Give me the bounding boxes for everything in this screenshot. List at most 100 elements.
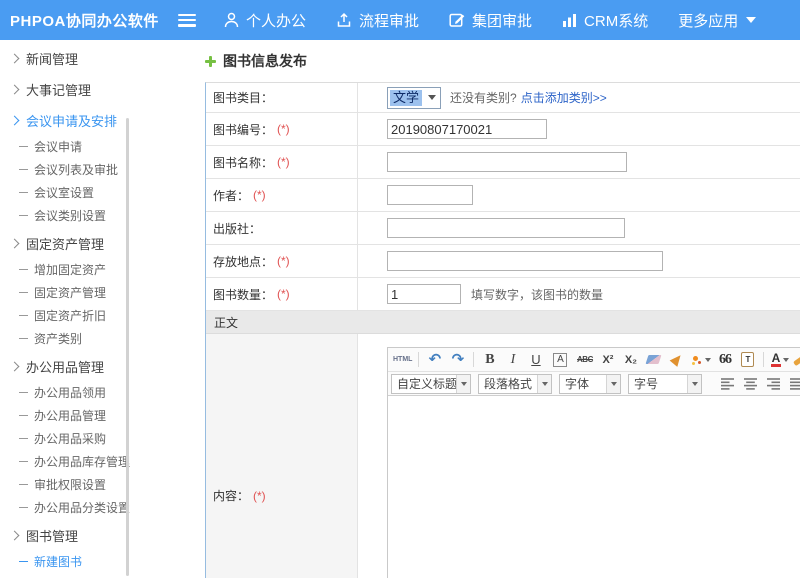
bold-button[interactable]: B — [479, 349, 500, 370]
book-no-input[interactable] — [387, 119, 547, 139]
add-category-link[interactable]: 点击添加类别>> — [521, 89, 607, 106]
book-name-input[interactable] — [387, 152, 627, 172]
field-label: 出版社： — [213, 220, 261, 237]
clipboard-icon: T — [741, 352, 754, 367]
sidebar-item-supplies-category[interactable]: 办公用品分类设置 — [0, 496, 133, 519]
sidebar-item-label: 固定资产折旧 — [34, 307, 106, 324]
subscript-button[interactable]: X₂ — [620, 349, 641, 370]
underline-button[interactable]: U — [525, 349, 546, 370]
chevron-right-icon — [10, 362, 20, 372]
required-marker: (*) — [253, 188, 266, 202]
dash-icon — [19, 561, 28, 562]
dash-icon — [19, 438, 28, 439]
eraser-icon — [646, 355, 662, 364]
edit-square-icon — [449, 12, 472, 28]
quantity-hint: 填写数字，该图书的数量 — [471, 286, 603, 303]
sidebar-item-label: 会议列表及审批 — [34, 161, 118, 178]
menu-item-personal-office[interactable]: 个人办公 — [224, 10, 306, 31]
sidebar-group-books[interactable]: 图书管理 — [0, 521, 133, 550]
field-label: 存放地点： — [213, 253, 273, 270]
menu-item-crm[interactable]: CRM系统 — [562, 10, 648, 31]
sidebar-item-asset-category[interactable]: 资产类别 — [0, 327, 133, 350]
undo-button[interactable]: ↶ — [424, 349, 445, 370]
dash-icon — [19, 507, 28, 508]
sidebar-group-meeting[interactable]: 会议申请及安排 — [0, 106, 133, 135]
source-code-button[interactable]: HTML — [392, 349, 413, 370]
sidebar-item-meeting-type[interactable]: 会议类别设置 — [0, 204, 133, 227]
menu-item-flow-approval[interactable]: 流程审批 — [336, 10, 419, 31]
align-right-icon — [767, 378, 780, 390]
remove-format-button[interactable] — [643, 349, 664, 370]
dash-icon — [19, 146, 28, 147]
font-family-select[interactable]: 字体 — [559, 374, 621, 394]
align-justify-button[interactable] — [786, 373, 800, 394]
sidebar-item-supplies-claim[interactable]: 办公用品领用 — [0, 381, 133, 404]
redo-button[interactable]: ↷ — [447, 349, 468, 370]
superscript-button[interactable]: X² — [597, 349, 618, 370]
sidebar-group-label: 图书管理 — [26, 526, 78, 545]
editor-toolbar-row2: 自定义标题 段落格式 字体 — [388, 372, 800, 395]
category-select[interactable]: 文学 — [387, 87, 441, 109]
strikethrough-button[interactable]: ABC — [574, 349, 595, 370]
sidebar-group-events[interactable]: 大事记管理 — [0, 75, 133, 104]
sidebar-group-assets[interactable]: 固定资产管理 — [0, 229, 133, 258]
hamburger-menu-icon[interactable] — [178, 14, 196, 27]
align-justify-icon — [790, 378, 800, 390]
align-left-button[interactable] — [717, 373, 738, 394]
font-color-button[interactable]: A — [769, 349, 790, 370]
sidebar-item-label: 会议类别设置 — [34, 207, 106, 224]
rich-text-editor: HTML ↶ ↷ B I U A ABC X² — [387, 347, 800, 578]
publisher-input[interactable] — [387, 218, 625, 238]
sidebar-item-meeting-room[interactable]: 会议室设置 — [0, 181, 133, 204]
sidebar-item-meeting-apply[interactable]: 会议申请 — [0, 135, 133, 158]
align-right-button[interactable] — [763, 373, 784, 394]
sidebar-item-approval-permission[interactable]: 审批权限设置 — [0, 473, 133, 496]
chevron-right-icon — [10, 54, 20, 64]
dash-icon — [19, 169, 28, 170]
book-form: 图书类目： 文学 还没有类别? 点击添加类别>> 图书编号： (*) — [205, 82, 800, 578]
editor-content-area[interactable] — [388, 395, 800, 578]
sidebar-item-meeting-list[interactable]: 会议列表及审批 — [0, 158, 133, 181]
location-input[interactable] — [387, 251, 663, 271]
sidebar-item-supplies-manage[interactable]: 办公用品管理 — [0, 404, 133, 427]
custom-title-select[interactable]: 自定义标题 — [391, 374, 471, 394]
sidebar-item-label: 办公用品分类设置 — [34, 499, 130, 516]
paragraph-format-select[interactable]: 段落格式 — [478, 374, 552, 394]
menu-item-more-apps[interactable]: 更多应用 — [678, 10, 756, 31]
italic-button[interactable]: I — [502, 349, 523, 370]
form-row-category: 图书类目： 文学 还没有类别? 点击添加类别>> — [206, 83, 800, 113]
category-note: 还没有类别? — [450, 89, 517, 106]
sidebar-scrollbar[interactable] — [126, 118, 129, 576]
align-center-button[interactable] — [740, 373, 761, 394]
sidebar-item-asset-manage[interactable]: 固定资产管理 — [0, 281, 133, 304]
field-label: 图书编号： — [213, 121, 273, 138]
form-row-book-no: 图书编号： (*) — [206, 113, 800, 146]
sidebar-item-supplies-inventory[interactable]: 办公用品库存管理 — [0, 450, 133, 473]
quantity-input[interactable] — [387, 284, 461, 304]
blockquote-button[interactable]: 66 — [714, 349, 735, 370]
paste-text-button[interactable]: T — [737, 349, 758, 370]
auto-typeset-button[interactable] — [689, 349, 712, 370]
char-border-button[interactable]: A — [548, 349, 572, 370]
editor-toolbar-row1: HTML ↶ ↷ B I U A ABC X² — [388, 348, 800, 372]
caret-down-icon — [705, 358, 711, 362]
sidebar-item-book-new[interactable]: 新建图书 — [0, 550, 133, 573]
sidebar-item-asset-depreciation[interactable]: 固定资产折旧 — [0, 304, 133, 327]
menu-label: CRM系统 — [584, 10, 648, 31]
align-left-icon — [721, 378, 734, 390]
font-size-select[interactable]: 字号 — [628, 374, 702, 394]
menu-label: 集团审批 — [472, 10, 532, 31]
author-input[interactable] — [387, 185, 473, 205]
highlight-color-button[interactable] — [792, 349, 800, 370]
sidebar-group-supplies[interactable]: 办公用品管理 — [0, 352, 133, 381]
menu-item-group-approval[interactable]: 集团审批 — [449, 10, 532, 31]
sidebar-item-asset-add[interactable]: 增加固定资产 — [0, 258, 133, 281]
sidebar-item-supplies-purchase[interactable]: 办公用品采购 — [0, 427, 133, 450]
sidebar-group-label: 会议申请及安排 — [26, 111, 117, 130]
sidebar-group-news[interactable]: 新闻管理 — [0, 44, 133, 73]
section-header-text: 正文 — [214, 314, 238, 331]
menu-label: 流程审批 — [359, 10, 419, 31]
sidebar-group-label: 新闻管理 — [26, 49, 78, 68]
format-painter-button[interactable] — [666, 349, 687, 370]
sidebar-item-book-manage[interactable]: 图书管理 — [0, 573, 133, 578]
